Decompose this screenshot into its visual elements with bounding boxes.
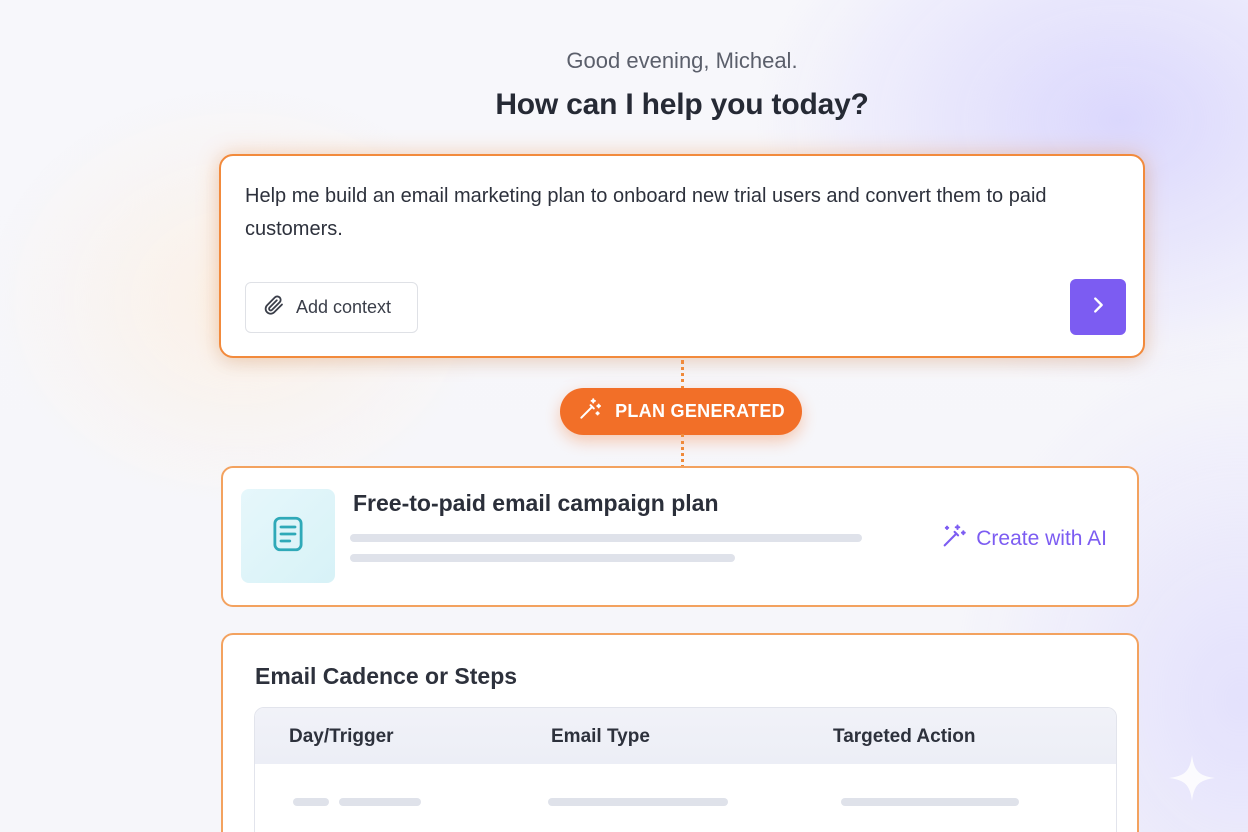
flow-connector-top [681, 360, 684, 390]
table-header: Day/Trigger Email Type Targeted Action [255, 708, 1116, 764]
plan-title: Free-to-paid email campaign plan [353, 490, 719, 516]
cadence-card: Email Cadence or Steps Day/Trigger Email… [221, 633, 1139, 832]
greeting-text: Good evening, Micheal. [566, 48, 798, 73]
page-headline: How can I help you today? [495, 88, 869, 121]
send-button[interactable] [1070, 279, 1126, 335]
plan-generated-badge: PLAN GENERATED [560, 388, 802, 435]
placeholder-line [548, 798, 728, 806]
placeholder-line [293, 798, 329, 806]
column-header-email-type[interactable]: Email Type [551, 726, 650, 748]
prompt-input-card[interactable]: Help me build an email marketing plan to… [219, 154, 1145, 358]
flow-connector-bottom [681, 434, 684, 468]
placeholder-line [841, 798, 1019, 806]
add-context-label: Add context [296, 297, 392, 317]
create-with-ai-label: Create with AI [976, 527, 1107, 550]
add-context-button[interactable]: Add context [245, 282, 418, 333]
column-header-targeted-action[interactable]: Targeted Action [833, 726, 976, 748]
magic-wand-icon [940, 522, 968, 556]
cadence-title: Email Cadence or Steps [255, 663, 518, 689]
placeholder-line [350, 554, 735, 562]
cadence-table: Day/Trigger Email Type Targeted Action [254, 707, 1117, 832]
plan-card[interactable]: Free-to-paid email campaign plan Create … [221, 466, 1139, 607]
prompt-textarea[interactable]: Help me build an email marketing plan to… [245, 180, 1115, 246]
document-icon [267, 513, 309, 560]
paperclip-icon [262, 293, 286, 322]
placeholder-line [339, 798, 421, 806]
plan-thumbnail [241, 489, 335, 583]
magic-wand-icon [577, 396, 603, 427]
plan-generated-label: PLAN GENERATED [615, 401, 785, 421]
chevron-right-icon [1087, 294, 1109, 321]
column-header-day-trigger[interactable]: Day/Trigger [289, 726, 394, 748]
page: Good evening, Micheal. How can I help yo… [0, 0, 1248, 832]
sparkle-icon [1167, 753, 1217, 803]
placeholder-line [350, 534, 862, 542]
create-with-ai-button[interactable]: Create with AI [940, 522, 1107, 556]
